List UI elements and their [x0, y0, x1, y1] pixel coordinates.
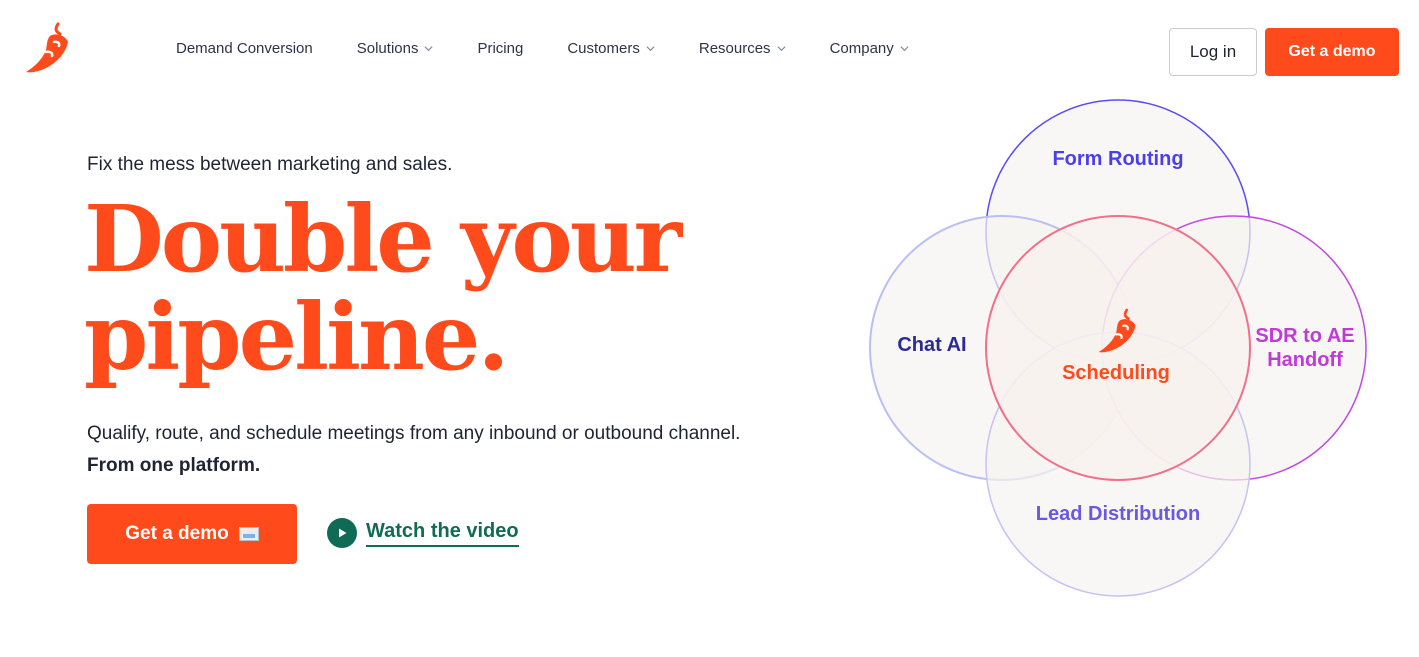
nav-item-demand-conversion[interactable]: Demand Conversion	[154, 40, 335, 57]
hero-subtext-bold: From one platform.	[87, 455, 261, 476]
chevron-down-icon	[900, 46, 909, 52]
hero-subtext-main: Qualify, route, and schedule meetings fr…	[87, 423, 741, 444]
hero-eyebrow: Fix the mess between marketing and sales…	[87, 154, 453, 175]
label-scheduling: Scheduling	[1062, 362, 1170, 384]
hero-subtext: Qualify, route, and schedule meetings fr…	[87, 418, 747, 482]
logo-chili-pepper-icon[interactable]	[24, 22, 72, 74]
headline-line-2: pipeline.	[84, 283, 509, 391]
login-button[interactable]: Log in	[1169, 28, 1257, 76]
nav-item-company[interactable]: Company	[808, 40, 931, 57]
nav-item-customers[interactable]: Customers	[545, 40, 677, 57]
play-icon	[327, 518, 357, 548]
nav-item-label: Customers	[567, 40, 640, 57]
headline-line-1: Double your	[84, 185, 682, 293]
chili-pepper-icon	[1097, 308, 1139, 354]
label-chat-ai: Chat AI	[897, 334, 967, 356]
label-sdr-line-1: SDR to AE	[1255, 325, 1355, 347]
label-lead-distribution: Lead Distribution	[1035, 503, 1201, 525]
get-demo-hero-label: Get a demo	[125, 523, 229, 544]
nav-item-pricing[interactable]: Pricing	[455, 40, 545, 57]
get-demo-nav-button[interactable]: Get a demo	[1265, 28, 1399, 76]
watch-video-label: Watch the video	[366, 520, 519, 547]
nav-item-label: Pricing	[477, 40, 524, 57]
nav-item-label: Company	[829, 40, 894, 57]
nav-item-resources[interactable]: Resources	[677, 40, 808, 57]
chevron-down-icon	[424, 46, 434, 52]
chevron-down-icon	[646, 46, 655, 52]
nav-item-solutions[interactable]: Solutions	[335, 40, 456, 57]
watch-video-link[interactable]: Watch the video	[327, 518, 519, 548]
nav-item-label: Resources	[698, 40, 771, 57]
label-form-routing: Form Routing	[1052, 148, 1184, 170]
main-nav: Demand Conversion Solutions Pricing Cust…	[154, 40, 931, 57]
nav-item-label: Solutions	[356, 40, 419, 57]
product-venn-diagram: Form Routing Chat AI SDR to AE Handoff L…	[860, 92, 1380, 604]
hero-headline: Double your pipeline.	[84, 190, 724, 386]
chevron-down-icon	[777, 46, 786, 52]
get-demo-hero-button[interactable]: Get a demo	[87, 504, 297, 564]
image-placeholder-icon	[238, 527, 259, 541]
nav-item-label: Demand Conversion	[176, 40, 313, 57]
